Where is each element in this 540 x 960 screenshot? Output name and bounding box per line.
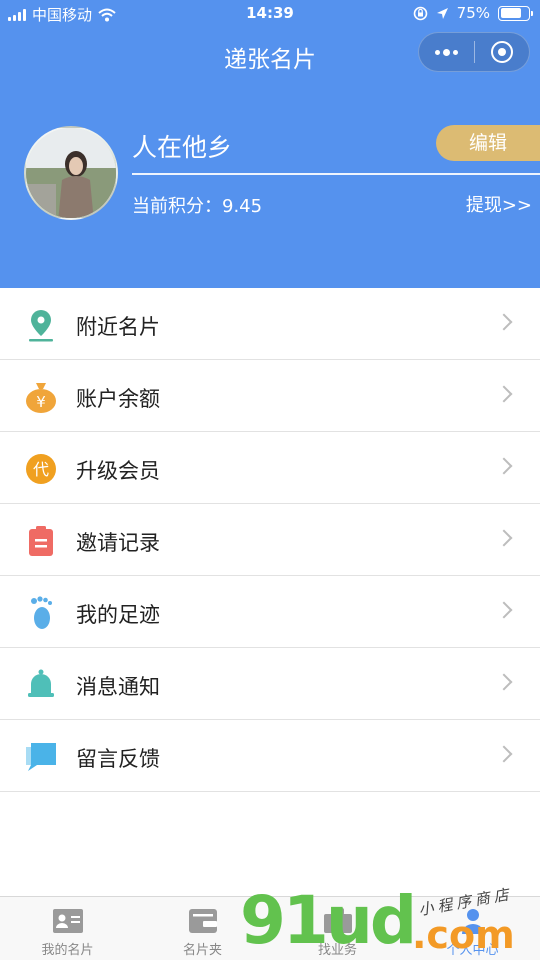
footprint-icon <box>24 596 58 630</box>
tab-personal-center[interactable]: 个人中心 <box>405 897 540 960</box>
bell-icon <box>24 668 58 702</box>
menu-item-message-notifications[interactable]: 消息通知 <box>0 648 540 720</box>
more-dots-icon <box>434 48 458 56</box>
status-bar: 中国移动 14:39 75% <box>0 0 540 28</box>
more-button[interactable] <box>419 33 474 71</box>
close-miniprogram-button[interactable] <box>475 33 530 71</box>
badge-text: 代 <box>33 460 49 479</box>
money-bag-icon: ¥ <box>24 380 58 414</box>
miniprogram-capsule <box>418 32 530 72</box>
chevron-right-icon <box>495 385 513 403</box>
menu-item-account-balance[interactable]: ¥ 账户余额 <box>0 360 540 432</box>
briefcase-icon <box>321 907 355 935</box>
avatar-photo-icon <box>26 128 116 218</box>
tab-label: 名片夹 <box>182 943 222 958</box>
menu-item-label: 账户余额 <box>76 387 160 411</box>
points-balance: 当前积分：9.45 <box>132 196 263 217</box>
rotation-lock-icon <box>413 6 427 20</box>
menu-item-upgrade-member[interactable]: 代 升级会员 <box>0 432 540 504</box>
avatar[interactable] <box>24 126 118 220</box>
svg-text:¥: ¥ <box>36 393 46 411</box>
chevron-right-icon <box>495 529 513 547</box>
tab-label: 找业务 <box>317 943 357 958</box>
wallet-icon <box>186 907 220 935</box>
menu-item-label: 留言反馈 <box>76 747 160 771</box>
user-name: 人在他乡 <box>132 133 233 162</box>
chat-bubbles-icon <box>24 740 58 774</box>
tab-card-holder[interactable]: 名片夹 <box>135 897 270 960</box>
location-arrow-icon <box>436 7 448 19</box>
battery-icon <box>498 5 533 21</box>
chevron-right-icon <box>495 673 513 691</box>
edit-button[interactable]: 编辑 <box>436 125 540 161</box>
tab-bar: 我的名片 名片夹 找业务 个人中心 <box>0 896 540 960</box>
profile-header: 递张名片 人在他乡 编辑 当前积分：9.45 提现>> <box>0 28 540 288</box>
id-card-icon <box>51 907 85 935</box>
menu-item-invite-records[interactable]: 邀请记录 <box>0 504 540 576</box>
tab-find-business[interactable]: 找业务 <box>270 897 405 960</box>
battery-fill <box>500 8 521 18</box>
status-right: 75% <box>413 4 533 22</box>
menu-item-label: 升级会员 <box>76 459 160 483</box>
chevron-right-icon <box>495 313 513 331</box>
battery-percent: 75% <box>456 4 490 22</box>
person-icon <box>456 907 490 935</box>
dai-badge-icon: 代 <box>24 452 58 486</box>
menu-item-my-footprints[interactable]: 我的足迹 <box>0 576 540 648</box>
menu-item-nearby-cards[interactable]: 附近名片 <box>0 288 540 360</box>
chevron-right-icon <box>495 745 513 763</box>
menu-item-label: 邀请记录 <box>76 531 160 555</box>
menu-item-label: 我的足迹 <box>76 603 160 627</box>
menu-item-label: 附近名片 <box>76 315 160 339</box>
chevron-right-icon <box>495 601 513 619</box>
menu-list: 附近名片 ¥ 账户余额 代 升级会员 邀请记录 我的足迹 消息通知 留言反馈 <box>0 288 540 792</box>
tab-my-card[interactable]: 我的名片 <box>0 897 135 960</box>
tab-label: 个人中心 <box>446 943 499 958</box>
location-pin-icon <box>24 308 58 342</box>
menu-item-label: 消息通知 <box>76 675 160 699</box>
clipboard-icon <box>24 524 58 558</box>
target-circle-icon <box>490 41 513 63</box>
header-divider <box>132 173 540 175</box>
withdraw-link[interactable]: 提现>> <box>466 191 532 217</box>
menu-item-feedback[interactable]: 留言反馈 <box>0 720 540 792</box>
tab-label: 我的名片 <box>41 943 94 958</box>
chevron-right-icon <box>495 457 513 475</box>
